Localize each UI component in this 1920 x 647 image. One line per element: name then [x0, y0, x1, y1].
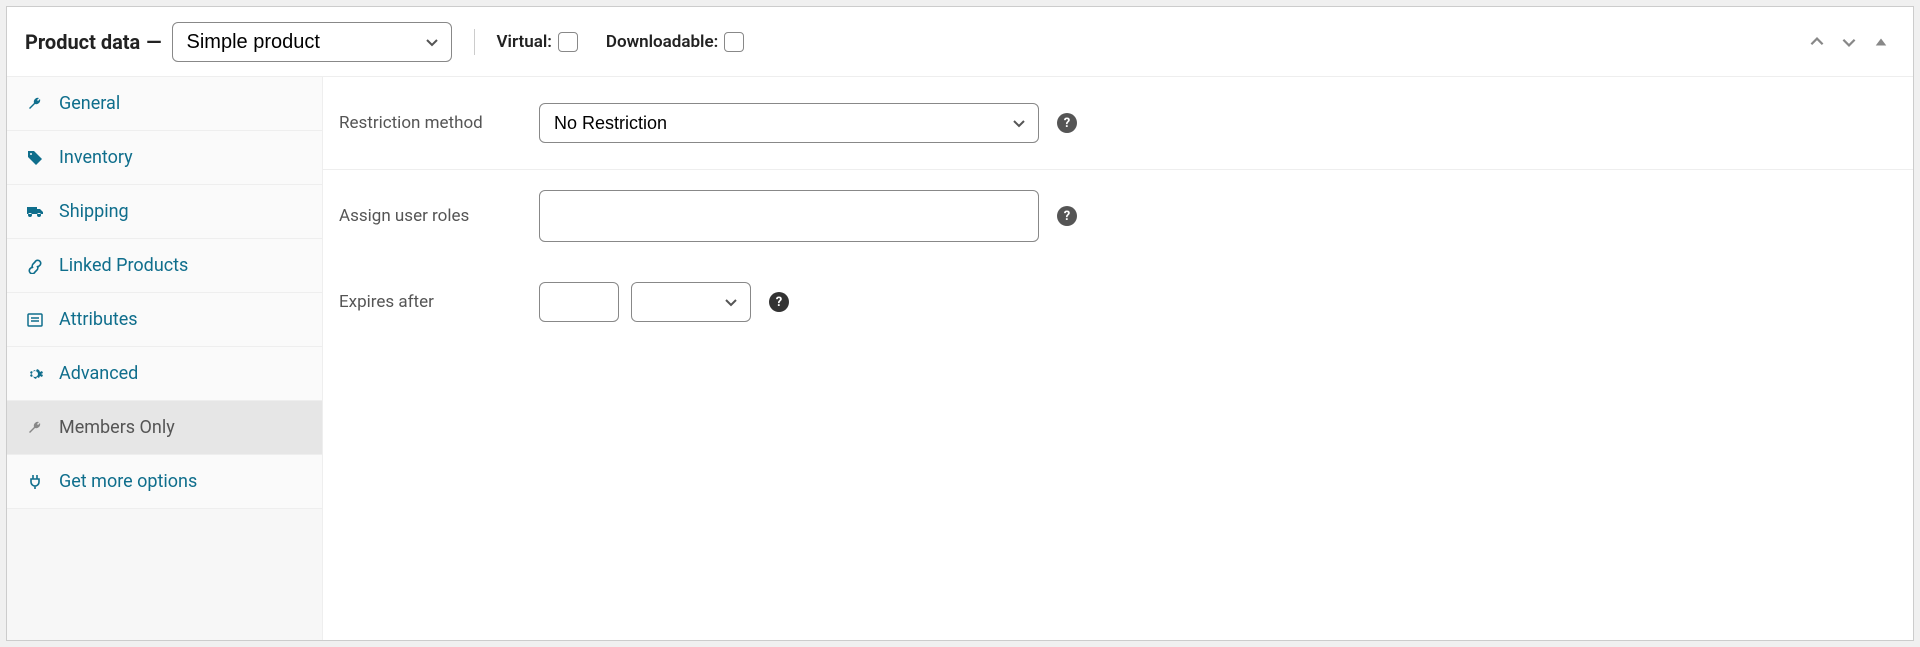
assign-roles-input[interactable] [539, 190, 1039, 242]
tab-label: Shipping [59, 201, 129, 222]
help-icon[interactable]: ? [1057, 206, 1077, 226]
tab-general[interactable]: General [7, 77, 322, 131]
truck-icon [27, 204, 45, 220]
expires-unit-select[interactable] [631, 282, 751, 322]
product-type-select[interactable]: Simple product [172, 22, 452, 62]
expires-number-input[interactable] [539, 282, 619, 322]
panel-title: Product data [25, 30, 140, 54]
tab-label: Linked Products [59, 255, 188, 276]
tag-icon [27, 150, 45, 166]
triangle-up-icon [1874, 35, 1888, 49]
expires-after-label: Expires after [339, 292, 539, 312]
link-icon [27, 258, 45, 274]
tab-label: Advanced [59, 363, 138, 384]
product-data-tabs: General Inventory Shipping Linked Produc… [7, 77, 323, 640]
separator [474, 29, 475, 55]
wrench-icon [27, 96, 45, 112]
downloadable-label: Downloadable: [606, 32, 718, 52]
chevron-up-icon [1808, 33, 1826, 51]
tab-label: Inventory [59, 147, 133, 168]
virtual-checkbox[interactable] [558, 32, 578, 52]
move-down-button[interactable] [1835, 28, 1863, 56]
collapse-button[interactable] [1867, 28, 1895, 56]
panel-dash: — [146, 30, 161, 54]
gear-icon [27, 366, 45, 382]
list-icon [27, 312, 45, 328]
tab-label: Attributes [59, 309, 138, 330]
tab-label: Members Only [59, 417, 175, 438]
tab-linked-products[interactable]: Linked Products [7, 239, 322, 293]
tab-get-more-options[interactable]: Get more options [7, 455, 322, 509]
tab-advanced[interactable]: Advanced [7, 347, 322, 401]
tab-members-only[interactable]: Members Only [7, 401, 322, 455]
wrench-icon [27, 420, 45, 436]
help-icon[interactable]: ? [1057, 113, 1077, 133]
tab-label: Get more options [59, 471, 197, 492]
tab-attributes[interactable]: Attributes [7, 293, 322, 347]
tab-shipping[interactable]: Shipping [7, 185, 322, 239]
product-data-panel: Product data — Simple product Virtual: D… [6, 6, 1914, 641]
chevron-down-icon [1840, 33, 1858, 51]
downloadable-checkbox[interactable] [724, 32, 744, 52]
restriction-method-select[interactable]: No Restriction [539, 103, 1039, 143]
members-only-content: Restriction method No Restriction ? Assi… [323, 77, 1913, 640]
move-up-button[interactable] [1803, 28, 1831, 56]
tab-inventory[interactable]: Inventory [7, 131, 322, 185]
panel-header: Product data — Simple product Virtual: D… [7, 7, 1913, 77]
virtual-label: Virtual: [497, 32, 552, 52]
tab-label: General [59, 93, 120, 114]
assign-roles-label: Assign user roles [339, 206, 539, 226]
restriction-method-label: Restriction method [339, 113, 539, 133]
plug-icon [27, 474, 45, 490]
help-icon[interactable]: ? [769, 292, 789, 312]
